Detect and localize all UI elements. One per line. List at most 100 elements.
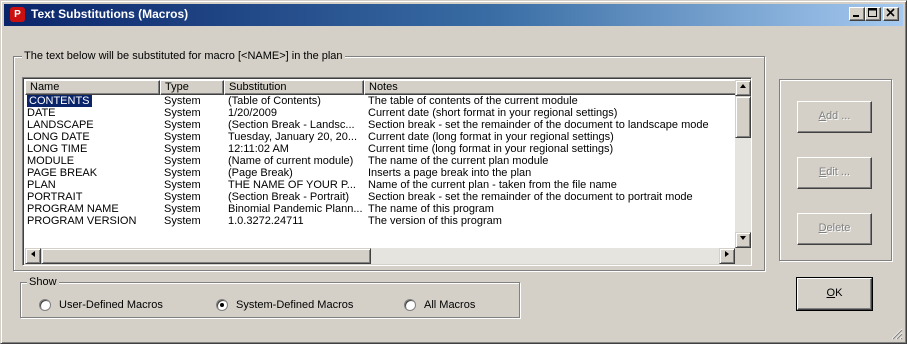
cell-type: System	[164, 107, 201, 119]
window-title: Text Substitutions (Macros)	[31, 7, 189, 21]
cell-substitution: (Page Break)	[228, 167, 293, 179]
macros-dialog: P Text Substitutions (Macros) The text b…	[0, 0, 907, 344]
scroll-up-button[interactable]	[735, 80, 751, 96]
cell-substitution: (Table of Contents)	[228, 95, 321, 107]
cell-name: PAGE BREAK	[27, 167, 98, 179]
cell-name: LANDSCAPE	[27, 119, 94, 131]
minimize-icon	[853, 15, 859, 17]
horizontal-scroll-thumb[interactable]	[41, 248, 371, 264]
column-header-substitution[interactable]: Substitution	[224, 80, 364, 95]
cell-substitution: Binomial Pandemic Plann...	[228, 203, 363, 215]
cell-notes: Section break - set the remainder of the…	[368, 191, 693, 203]
cell-name: PROGRAM NAME	[27, 203, 119, 215]
radio-all-macros[interactable]: All Macros	[404, 299, 514, 313]
ok-button[interactable]: OK	[796, 277, 873, 311]
vertical-scrollbar[interactable]	[735, 80, 751, 248]
delete-button[interactable]: Delete	[797, 213, 872, 245]
cell-notes: The name of the current plan module	[368, 155, 549, 167]
table-row[interactable]: PAGE BREAK System (Page Break) Inserts a…	[25, 167, 735, 179]
arrow-left-icon	[31, 251, 35, 257]
cell-name: MODULE	[27, 155, 75, 167]
arrow-down-icon	[740, 236, 746, 240]
show-group-legend: Show	[27, 276, 59, 289]
radio-label: All Macros	[424, 299, 476, 311]
cell-name: LONG DATE	[27, 131, 90, 143]
cell-name: PROGRAM VERSION	[27, 215, 137, 227]
column-header-notes[interactable]: Notes	[364, 80, 751, 95]
close-button[interactable]	[883, 7, 899, 21]
cell-substitution: 1/20/2009	[228, 107, 277, 119]
listview-body: CONTENTS System (Table of Contents) The …	[25, 95, 735, 247]
edit-button[interactable]: Edit ...	[797, 157, 872, 189]
add-button[interactable]: Add ...	[797, 101, 872, 133]
cell-type: System	[164, 95, 201, 107]
cell-substitution: (Section Break - Portrait)	[228, 191, 350, 203]
column-header-type[interactable]: Type	[160, 80, 224, 95]
vertical-scroll-thumb[interactable]	[735, 96, 751, 138]
title-bar[interactable]: P Text Substitutions (Macros)	[4, 4, 903, 26]
cell-name: LONG TIME	[27, 143, 88, 155]
cell-notes: Current date (long format in your region…	[368, 131, 614, 143]
minimize-button[interactable]	[849, 7, 865, 21]
scrollbar-corner	[735, 248, 751, 264]
table-row[interactable]: DATE System 1/20/2009 Current date (shor…	[25, 107, 735, 119]
cell-name: DATE	[27, 107, 56, 119]
radio-circle	[39, 299, 51, 311]
table-row[interactable]: PROGRAM VERSION System 1.0.3272.24711 Th…	[25, 215, 735, 227]
cell-substitution: THE NAME OF YOUR P...	[228, 179, 356, 191]
horizontal-scrollbar[interactable]	[25, 248, 735, 264]
table-row[interactable]: PLAN System THE NAME OF YOUR P... Name o…	[25, 179, 735, 191]
table-row[interactable]: LONG TIME System 12:11:02 AM Current tim…	[25, 143, 735, 155]
cell-notes: The version of this program	[368, 215, 502, 227]
table-row[interactable]: CONTENTS System (Table of Contents) The …	[25, 95, 735, 107]
cell-type: System	[164, 191, 201, 203]
cell-type: System	[164, 131, 201, 143]
radio-circle	[404, 299, 416, 311]
cell-type: System	[164, 119, 201, 131]
scroll-left-button[interactable]	[25, 248, 41, 264]
arrow-up-icon	[740, 84, 746, 88]
radio-label: System-Defined Macros	[236, 299, 354, 311]
table-row[interactable]: MODULE System (Name of current module) T…	[25, 155, 735, 167]
macros-group-legend: The text below will be substituted for m…	[22, 50, 345, 63]
cell-name: CONTENTS	[26, 95, 93, 107]
cell-type: System	[164, 143, 201, 155]
listview-header: Name Type Substitution Notes	[25, 80, 751, 95]
cell-substitution: (Section Break - Landsc...	[228, 119, 355, 131]
table-row[interactable]: PROGRAM NAME System Binomial Pandemic Pl…	[25, 203, 735, 215]
radio-user-defined[interactable]: User-Defined Macros	[39, 299, 209, 313]
cell-type: System	[164, 155, 201, 167]
cell-substitution: 1.0.3272.24711	[228, 215, 304, 227]
cell-type: System	[164, 179, 201, 191]
resize-grip-icon[interactable]	[891, 328, 903, 340]
cell-notes: Name of the current plan - taken from th…	[368, 179, 617, 191]
cell-name: PORTRAIT	[27, 191, 83, 203]
cell-substitution: Tuesday, January 20, 20...	[228, 131, 358, 143]
macros-listview[interactable]: Name Type Substitution Notes CONTENTS Sy…	[22, 77, 752, 266]
cell-notes: Current time (long format in your region…	[368, 143, 614, 155]
table-row[interactable]: PORTRAIT System (Section Break - Portrai…	[25, 191, 735, 203]
close-icon	[886, 8, 895, 17]
scroll-down-button[interactable]	[735, 232, 751, 248]
app-icon: P	[10, 7, 25, 22]
table-row[interactable]: LANDSCAPE System (Section Break - Landsc…	[25, 119, 735, 131]
cell-substitution: 12:11:02 AM	[228, 143, 289, 155]
cell-notes: Current date (short format in your regio…	[368, 107, 618, 119]
arrow-right-icon	[725, 251, 729, 257]
radio-circle-checked	[216, 299, 228, 311]
cell-name: PLAN	[27, 179, 56, 191]
cell-type: System	[164, 203, 201, 215]
column-header-name[interactable]: Name	[25, 80, 160, 95]
cell-notes: Inserts a page break into the plan	[368, 167, 532, 179]
radio-system-defined[interactable]: System-Defined Macros	[216, 299, 396, 313]
maximize-button[interactable]	[865, 7, 881, 21]
scroll-right-button[interactable]	[719, 248, 735, 264]
cell-substitution: (Name of current module)	[228, 155, 354, 167]
table-row[interactable]: LONG DATE System Tuesday, January 20, 20…	[25, 131, 735, 143]
cell-type: System	[164, 215, 201, 227]
cell-type: System	[164, 167, 201, 179]
radio-label: User-Defined Macros	[59, 299, 163, 311]
maximize-icon	[868, 8, 877, 17]
cell-notes: The name of this program	[368, 203, 494, 215]
cell-notes: Section break - set the remainder of the…	[368, 119, 709, 131]
